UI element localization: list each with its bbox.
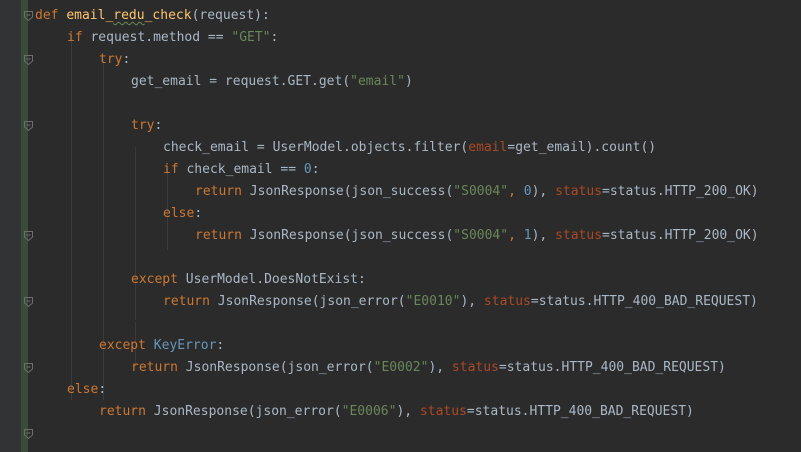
code-token: else: [163, 206, 195, 221]
code-token: KeyError: [153, 338, 217, 353]
code-token: =status.HTTP_200_OK): [602, 184, 759, 199]
fold-collapse-icon[interactable]: [24, 11, 33, 21]
code-token: :: [122, 52, 131, 67]
code-token: return: [131, 360, 186, 375]
code-line[interactable]: try:: [131, 115, 162, 137]
code-token: "E0006": [341, 404, 397, 419]
code-line[interactable]: if request.method == "GET":: [67, 27, 278, 49]
code-token: "S0004": [453, 228, 509, 243]
code-token: "E0002": [373, 360, 429, 375]
code-token: email_: [66, 8, 114, 23]
code-line[interactable]: return JsonResponse(json_success("S0004"…: [195, 225, 759, 247]
code-token: ),: [460, 294, 484, 309]
code-token: ,: [508, 228, 524, 243]
fold-marker-icon[interactable]: [24, 55, 33, 65]
code-token: if: [163, 162, 187, 177]
code-token: if: [67, 30, 91, 45]
code-token: :: [270, 30, 279, 45]
code-token: "GET": [231, 30, 271, 45]
code-token: status: [451, 360, 499, 375]
code-token: ,: [508, 184, 524, 199]
code-token: JsonResponse(json_error(: [185, 360, 374, 375]
code-token: def: [35, 8, 67, 23]
code-token: check_email = UserModel.objects.filter(: [163, 140, 469, 155]
code-token: return: [163, 294, 218, 309]
code-token: JsonResponse(json_error(: [217, 294, 406, 309]
indent-guide: [71, 37, 72, 400]
code-line[interactable]: return JsonResponse(json_error("E0002"),…: [131, 357, 726, 379]
fold-marker-icon[interactable]: [24, 121, 33, 131]
code-token: try: [131, 118, 155, 133]
code-token: :: [311, 162, 320, 177]
code-line[interactable]: def email_redu_check(request):: [35, 5, 270, 27]
indent-guide: [135, 147, 136, 320]
vcs-change-marker[interactable]: [21, 0, 28, 452]
code-token: _check: [144, 8, 192, 23]
code-token: status: [419, 404, 467, 419]
code-line[interactable]: get_email = request.GET.get("email"): [131, 71, 413, 93]
code-token: ),: [396, 404, 420, 419]
code-token: (request):: [191, 8, 270, 23]
code-token: ),: [531, 228, 556, 243]
code-token: =status.HTTP_200_OK): [602, 228, 759, 243]
code-line[interactable]: return JsonResponse(json_error("E0010"),…: [163, 291, 758, 313]
code-line[interactable]: if check_email == 0:: [163, 159, 320, 181]
code-line[interactable]: return JsonResponse(json_error("E0006"),…: [99, 401, 694, 423]
code-token: ),: [428, 360, 452, 375]
code-line[interactable]: check_email = UserModel.objects.filter(e…: [163, 137, 656, 159]
code-line[interactable]: try:: [99, 49, 130, 71]
code-line[interactable]: else:: [163, 203, 202, 225]
code-token: =status.HTTP_400_BAD_REQUEST): [498, 360, 726, 375]
fold-marker-icon[interactable]: [24, 231, 33, 241]
code-line[interactable]: else:: [67, 379, 106, 401]
code-token: status: [555, 228, 603, 243]
code-token: status: [555, 184, 603, 199]
code-token: JsonResponse(json_success(: [249, 184, 454, 199]
code-token: =status.HTTP_400_BAD_REQUEST): [466, 404, 694, 419]
code-token: except: [99, 338, 154, 353]
code-token: return: [195, 184, 250, 199]
code-token: "E0010": [405, 294, 461, 309]
code-token: request.method ==: [90, 30, 232, 45]
code-token: 1: [523, 228, 532, 243]
code-token: 0: [523, 184, 532, 199]
code-token: UserModel.DoesNotExist:: [185, 272, 366, 287]
code-token: 0: [303, 162, 312, 177]
code-editor[interactable]: def email_redu_check(request): if request…: [0, 0, 801, 452]
code-line[interactable]: return JsonResponse(json_success("S0004"…: [195, 181, 759, 203]
code-token: except: [131, 272, 186, 287]
code-token: JsonResponse(json_success(: [249, 228, 454, 243]
code-token: try: [99, 52, 123, 67]
code-line[interactable]: except KeyError:: [99, 335, 224, 357]
editor-gutter[interactable]: [0, 0, 21, 452]
code-token: ): [404, 74, 413, 89]
code-token: else: [67, 382, 99, 397]
code-token: return: [195, 228, 250, 243]
code-token: =get_email).count(): [507, 140, 657, 155]
code-token: return: [99, 404, 154, 419]
code-token: status: [483, 294, 531, 309]
code-token: JsonResponse(json_error(: [153, 404, 342, 419]
fold-marker-icon[interactable]: [24, 363, 33, 373]
code-token: get_email = request.GET.get(: [131, 74, 351, 89]
code-token: :: [194, 206, 203, 221]
code-token: check_email ==: [186, 162, 304, 177]
code-token: email: [468, 140, 508, 155]
code-token: "email": [350, 74, 405, 89]
fold-marker-icon[interactable]: [24, 297, 33, 307]
code-token: redu: [113, 8, 145, 23]
code-token: :: [216, 338, 225, 353]
code-token: ),: [531, 184, 556, 199]
fold-marker-icon[interactable]: [24, 429, 33, 439]
code-token: =status.HTTP_400_BAD_REQUEST): [530, 294, 758, 309]
code-token: :: [98, 382, 107, 397]
code-token: "S0004": [453, 184, 509, 199]
code-token: :: [154, 118, 163, 133]
code-line[interactable]: except UserModel.DoesNotExist:: [131, 269, 366, 291]
